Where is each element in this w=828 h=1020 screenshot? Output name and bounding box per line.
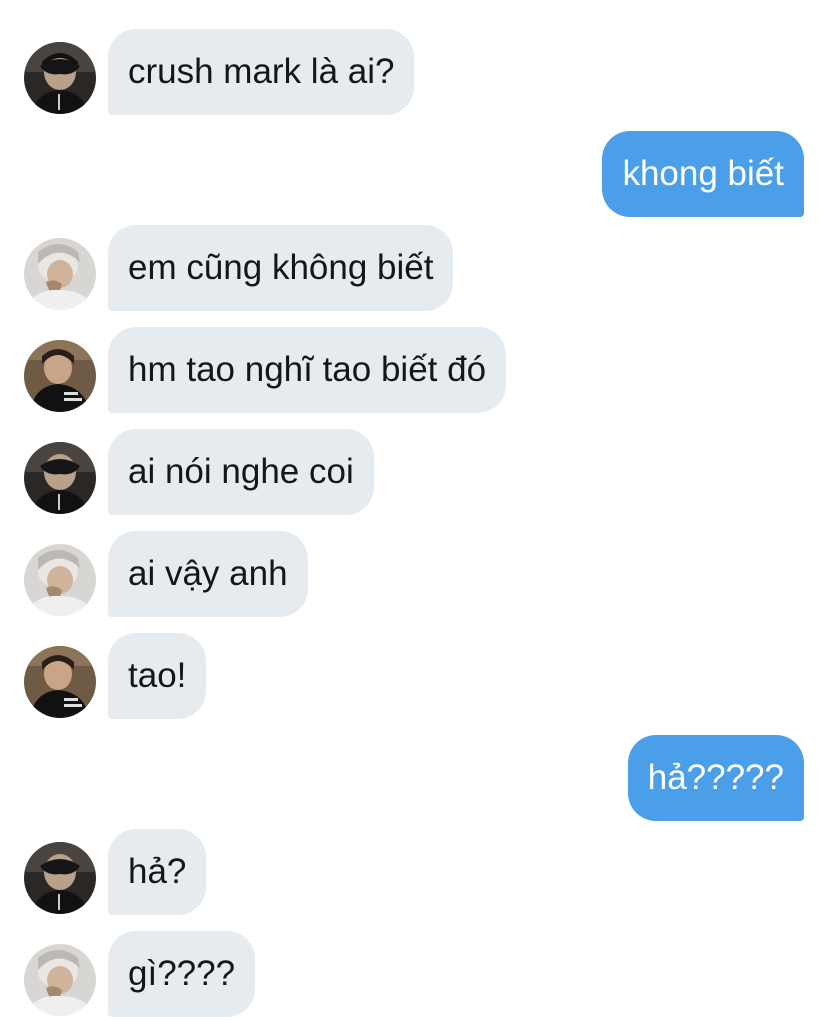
- incoming-message-bubble[interactable]: ai nói nghe coi: [108, 429, 374, 515]
- avatar[interactable]: [24, 42, 96, 114]
- avatar[interactable]: [24, 842, 96, 914]
- message-row: hm tao nghĩ tao biết đó: [0, 327, 828, 413]
- incoming-message-bubble[interactable]: hm tao nghĩ tao biết đó: [108, 327, 507, 413]
- message-row: ai nói nghe coi: [0, 429, 828, 515]
- avatar[interactable]: [24, 442, 96, 514]
- avatar[interactable]: [24, 238, 96, 310]
- message-row: crush mark là ai?: [0, 29, 828, 115]
- incoming-message-bubble[interactable]: tao!: [108, 633, 207, 719]
- message-row: hả?????: [0, 735, 828, 821]
- incoming-message-bubble[interactable]: gì????: [108, 931, 256, 1017]
- avatar[interactable]: [24, 646, 96, 718]
- incoming-message-bubble[interactable]: hả?: [108, 829, 207, 915]
- message-thread: crush mark là ai? khong biết em cũng khô…: [0, 0, 828, 1020]
- avatar[interactable]: [24, 944, 96, 1016]
- message-row: ai vậy anh: [0, 531, 828, 617]
- incoming-message-bubble[interactable]: ai vậy anh: [108, 531, 308, 617]
- message-row: tao!: [0, 633, 828, 719]
- avatar[interactable]: [24, 340, 96, 412]
- message-row: em cũng không biết: [0, 225, 828, 311]
- incoming-message-bubble[interactable]: crush mark là ai?: [108, 29, 415, 115]
- message-row: gì????: [0, 931, 828, 1017]
- outgoing-message-bubble[interactable]: khong biết: [602, 131, 804, 217]
- incoming-message-bubble[interactable]: em cũng không biết: [108, 225, 454, 311]
- message-row: hả?: [0, 829, 828, 915]
- message-row: khong biết: [0, 131, 828, 217]
- outgoing-message-bubble[interactable]: hả?????: [627, 735, 804, 821]
- avatar[interactable]: [24, 544, 96, 616]
